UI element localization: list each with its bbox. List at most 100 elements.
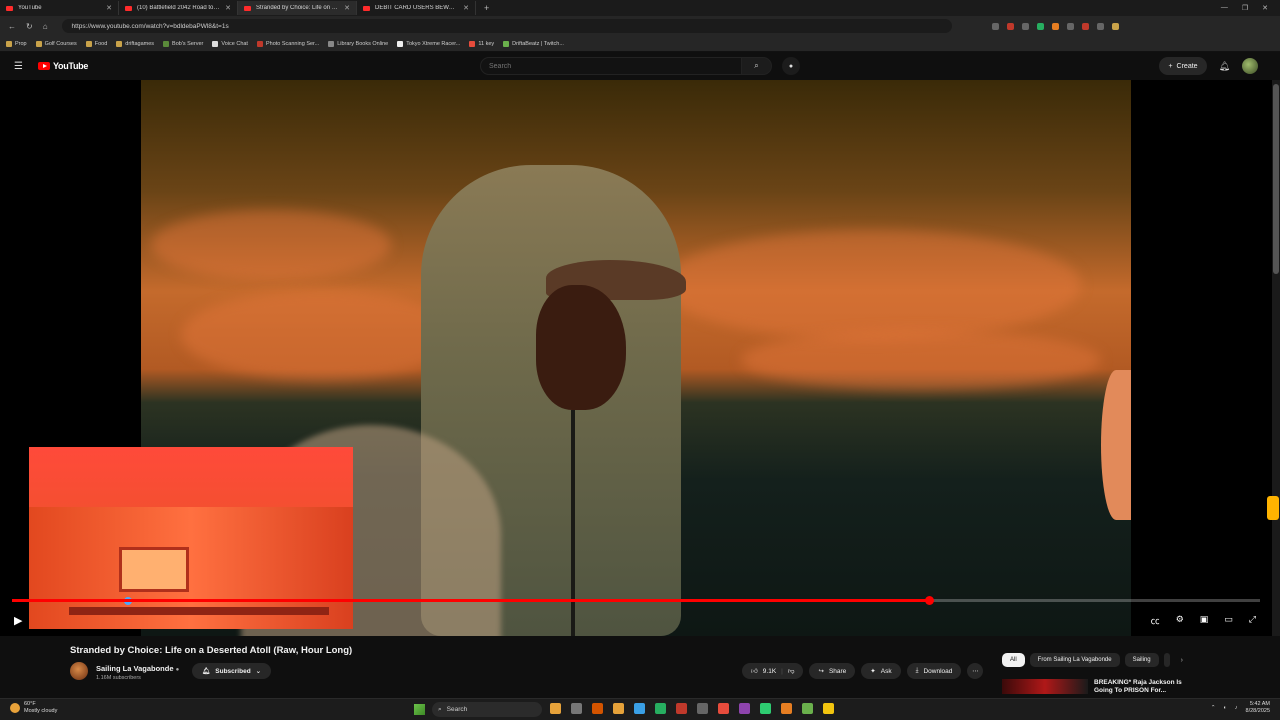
chip-from-channel[interactable]: From Sailing La Vagabonde <box>1029 653 1120 667</box>
video-info-section: Stranded by Choice: Life on a Deserted A… <box>0 636 1280 694</box>
bookmark-item[interactable]: Prop <box>6 40 27 47</box>
subscribed-button[interactable]: 🔔︎ Subscribed ⌄ <box>192 663 272 679</box>
taskbar-app-icon[interactable] <box>823 703 834 714</box>
taskbar-app-icon[interactable] <box>697 703 708 714</box>
reload-icon[interactable]: ↻ <box>26 22 33 31</box>
taskbar-app-icon[interactable] <box>718 703 729 714</box>
captions-icon[interactable]: ㏄ <box>1151 614 1160 627</box>
close-tab-icon[interactable]: ✕ <box>225 4 231 12</box>
taskbar-app-icon[interactable] <box>592 703 603 714</box>
taskbar-app-icon[interactable] <box>613 703 624 714</box>
extension-icon[interactable] <box>1036 22 1044 30</box>
notifications-bell-icon[interactable]: 🔔︎ <box>1219 61 1230 72</box>
extension-icon[interactable] <box>1081 22 1089 30</box>
extension-icon[interactable] <box>1021 22 1029 30</box>
home-icon[interactable]: ⌂ <box>43 22 48 31</box>
verified-icon: ● <box>175 667 180 673</box>
taskbar-app-icon[interactable] <box>781 703 792 714</box>
taskbar-search[interactable]: ⌕ Search <box>432 702 542 717</box>
back-icon[interactable]: ← <box>8 22 16 31</box>
extension-icon[interactable] <box>1066 22 1074 30</box>
volume-icon[interactable]: ♪ <box>1235 705 1238 711</box>
share-button[interactable]: ↪ Share <box>809 663 856 679</box>
youtube-logo[interactable]: YouTube <box>38 61 88 71</box>
close-tab-icon[interactable]: ✕ <box>106 4 112 12</box>
taskbar-app-icon[interactable] <box>760 703 771 714</box>
like-button[interactable]: 👍︎ 9.1K | 👎︎ <box>742 663 804 679</box>
start-button[interactable] <box>414 704 425 715</box>
bookmark-item[interactable]: DriftaBeatz | Twitch... <box>503 40 564 47</box>
miniplayer-icon[interactable]: ▣ <box>1200 614 1209 627</box>
taskbar-app-icon[interactable] <box>802 703 813 714</box>
bookmark-item[interactable]: driftagames <box>116 40 154 47</box>
network-icon[interactable]: ◐ <box>1223 705 1226 711</box>
recommendation-thumbnail[interactable] <box>1002 679 1088 694</box>
fullscreen-icon[interactable]: ⤢ <box>1249 614 1256 627</box>
bookmark-item[interactable]: Photo Scanning Ser... <box>256 40 319 47</box>
chip-overflow[interactable] <box>1163 653 1170 667</box>
download-button[interactable]: ⤓ Download <box>906 663 962 679</box>
system-clock[interactable]: 5:42 AM 8/28/2025 <box>1246 701 1270 715</box>
url-field[interactable]: https://www.youtube.com/watch?v=bdldebaP… <box>61 19 952 33</box>
progress-fill <box>12 599 930 602</box>
taskbar-app-icon[interactable] <box>571 703 582 714</box>
channel-name[interactable]: Sailing La Vagabonde ● <box>96 664 179 673</box>
close-tab-icon[interactable]: ✕ <box>463 4 469 12</box>
search-input[interactable] <box>480 57 742 75</box>
bookmark-item[interactable]: Tokyo Xtreme Racer... <box>397 40 460 47</box>
ask-button[interactable]: ✦ Ask <box>861 663 901 679</box>
side-extension-widget[interactable] <box>1267 496 1279 520</box>
progress-bar[interactable] <box>12 596 1260 605</box>
bookmark-item[interactable]: Bob's Server <box>163 40 203 47</box>
taskbar-app-icon[interactable] <box>634 703 645 714</box>
weather-widget[interactable]: 60°F Mostly cloudy <box>10 701 57 715</box>
recommendation-title[interactable]: BREAKING* Raja Jackson Is Going To PRISO… <box>1094 679 1184 694</box>
close-window-icon[interactable]: ✕ <box>1262 4 1268 12</box>
bookmark-item[interactable]: Voice Chat <box>212 40 248 47</box>
minimize-icon[interactable]: — <box>1221 4 1228 12</box>
theater-mode-icon[interactable]: ▭ <box>1224 614 1233 627</box>
hamburger-menu-icon[interactable]: ☰ <box>14 61 32 72</box>
channel-avatar[interactable] <box>70 662 88 680</box>
play-icon[interactable]: ▶ <box>14 614 22 627</box>
chip-all[interactable]: All <box>1002 653 1025 667</box>
browser-tab-battlefield[interactable]: (10) Battlefield 2042 Road to Bat ✕ <box>119 1 238 15</box>
page-scrollbar[interactable] <box>1272 80 1280 636</box>
account-avatar[interactable] <box>1242 58 1258 74</box>
subscriber-count: 1.16M subscribers <box>96 675 141 681</box>
extension-icon[interactable] <box>991 22 999 30</box>
extension-icon[interactable] <box>1051 22 1059 30</box>
chevron-right-icon[interactable]: › <box>1181 657 1183 664</box>
site-icon <box>328 40 335 47</box>
bookmark-item[interactable]: 11 key <box>469 40 494 47</box>
restore-icon[interactable]: ❐ <box>1242 4 1248 12</box>
browser-tab-debit-card[interactable]: DEBIT CARD USERS BEWARE: Ta✕ <box>357 1 476 15</box>
bookmark-item[interactable]: Golf Courses <box>35 40 77 47</box>
voice-search-button[interactable]: ● <box>782 57 800 75</box>
taskbar-app-icon[interactable] <box>550 703 561 714</box>
browser-tab-youtube[interactable]: YouTube ✕ <box>0 1 119 15</box>
extension-icon[interactable] <box>1096 22 1104 30</box>
chevron-up-icon[interactable]: ⌃ <box>1211 705 1216 711</box>
taskbar-app-icon[interactable] <box>655 703 666 714</box>
thumbs-down-icon[interactable]: 👎︎ <box>788 667 795 675</box>
extension-icon[interactable] <box>1006 22 1014 30</box>
settings-gear-icon[interactable]: ⚙ <box>1176 614 1184 627</box>
recommendation-item[interactable]: BREAKING* Raja Jackson Is Going To PRISO… <box>1002 679 1202 694</box>
bookmark-item[interactable]: Food <box>85 40 107 47</box>
video-player[interactable]: ▶ ㏄ ⚙ ▣ ▭ ⤢ <box>0 80 1272 636</box>
taskbar-app-icon[interactable] <box>739 703 750 714</box>
video-scene-child <box>1101 370 1131 520</box>
search-button[interactable]: ⌕ <box>742 57 772 75</box>
taskbar-app-icon[interactable] <box>676 703 687 714</box>
create-button[interactable]: + Create <box>1159 57 1207 75</box>
browser-tab-stranded[interactable]: Stranded by Choice: Life on a De ✕ <box>238 1 357 15</box>
extension-icon[interactable] <box>1111 22 1119 30</box>
close-tab-icon[interactable]: ✕ <box>344 4 350 12</box>
scrollbar-thumb[interactable] <box>1273 84 1279 274</box>
chip-sailing[interactable]: Sailing <box>1124 653 1159 667</box>
site-icon <box>212 40 219 47</box>
new-tab-button[interactable]: + <box>476 3 489 13</box>
more-actions-button[interactable]: ⋯ <box>967 663 984 679</box>
bookmark-item[interactable]: Library Books Online <box>328 40 388 47</box>
